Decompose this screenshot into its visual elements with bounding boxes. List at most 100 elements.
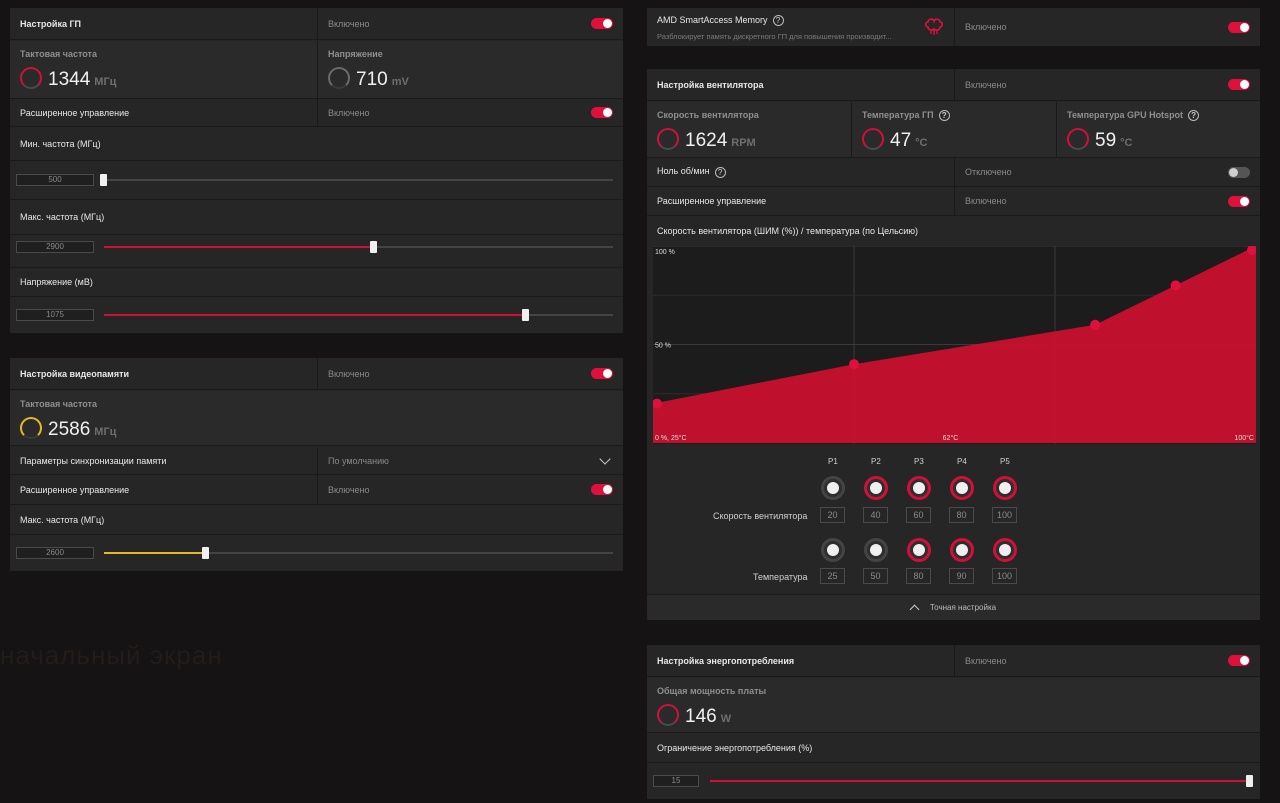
fan-curve-point-p2[interactable] bbox=[849, 359, 859, 370]
gpu-temp-label: Температура ГП? bbox=[862, 110, 950, 122]
vram-max-freq-input[interactable]: 2600 bbox=[16, 547, 94, 559]
gpu-clock-unit: МГц bbox=[94, 76, 117, 88]
min-freq-slider-row: 500 bbox=[10, 161, 623, 199]
gauge-icon bbox=[657, 704, 679, 726]
vram-toggle[interactable] bbox=[591, 368, 613, 379]
fan-speed-knob-p1[interactable] bbox=[821, 476, 845, 500]
sam-title: AMD SmartAccess Memory? bbox=[657, 15, 784, 27]
voltage-mv-slider[interactable] bbox=[104, 309, 613, 321]
min-freq-slider[interactable] bbox=[100, 174, 613, 186]
temp-knob-p4[interactable] bbox=[950, 538, 974, 562]
fan-advanced-toggle[interactable] bbox=[1228, 195, 1250, 207]
fan-speed-input-p2[interactable]: 40 bbox=[863, 507, 888, 523]
power-status: Включено bbox=[965, 655, 1007, 666]
fan-speed-knob-p3[interactable] bbox=[907, 476, 931, 500]
min-freq-input[interactable]: 500 bbox=[16, 174, 94, 186]
fan-speed-input-p3[interactable]: 60 bbox=[906, 507, 931, 523]
fine-tune-row[interactable]: Точная настройка bbox=[647, 594, 1260, 620]
gpu-tuning-title: Настройка ГП bbox=[20, 18, 82, 29]
power-metrics: Общая мощность платы 146 W bbox=[647, 678, 1260, 733]
temp-knob-p2[interactable] bbox=[864, 538, 888, 562]
fine-tune-label[interactable]: Точная настройка bbox=[930, 603, 996, 612]
max-freq-thumb[interactable] bbox=[369, 241, 377, 253]
voltage-mv-thumb[interactable] bbox=[522, 309, 530, 321]
voltage-mv-input[interactable]: 1075 bbox=[16, 309, 94, 321]
help-icon[interactable]: ? bbox=[938, 110, 950, 122]
vram-advanced-status: Включено bbox=[328, 484, 370, 495]
vram-metrics: Тактовая частота 2586 МГц bbox=[10, 391, 623, 446]
min-freq-thumb[interactable] bbox=[100, 174, 107, 186]
max-freq-input[interactable]: 2900 bbox=[16, 241, 94, 253]
help-icon[interactable]: ? bbox=[772, 15, 784, 27]
temp-input-p1[interactable]: 25 bbox=[820, 568, 845, 584]
memory-timing-row[interactable]: Параметры синхронизации памяти По умолча… bbox=[10, 447, 623, 475]
temp-input-p4[interactable]: 90 bbox=[949, 568, 974, 584]
vram-advanced-label: Расширенное управление bbox=[20, 484, 130, 495]
gpu-tuning-toggle[interactable] bbox=[591, 18, 613, 29]
fan-curve-point-p4[interactable] bbox=[1170, 280, 1181, 291]
fan-header: Настройка вентилятора Включено bbox=[647, 69, 1260, 101]
gpu-tuning-status: Включено bbox=[328, 18, 370, 29]
sam-toggle[interactable] bbox=[1228, 21, 1250, 33]
vram-max-freq-label: Макс. частота (МГц) bbox=[20, 514, 105, 525]
fan-speed-input-p4[interactable]: 80 bbox=[949, 507, 974, 523]
vram-clock-unit: МГц bbox=[94, 426, 117, 438]
vram-status: Включено bbox=[328, 368, 370, 379]
max-freq-label: Макс. частота (МГц) bbox=[20, 212, 105, 222]
power-limit-input[interactable]: 15 bbox=[653, 775, 699, 787]
zero-rpm-toggle[interactable] bbox=[1228, 166, 1250, 178]
vram-max-freq-thumb[interactable] bbox=[201, 547, 209, 559]
gpu-clock-label: Тактовая частота bbox=[20, 49, 97, 59]
vram-title: Настройка видеопамяти bbox=[20, 368, 130, 379]
fan-speed-knob-p5[interactable] bbox=[993, 476, 1017, 500]
fan-speed-unit: RPM bbox=[731, 137, 756, 149]
gauge-icon bbox=[1067, 128, 1089, 150]
temp-knob-p1[interactable] bbox=[821, 538, 845, 562]
fan-curve-title: Скорость вентилятора (ШИМ (%)) / темпера… bbox=[657, 225, 919, 236]
hotspot-temp-metric: Температура GPU Hotspot? 59 °C bbox=[1057, 102, 1260, 158]
gpu-voltage-value: 710 bbox=[356, 69, 388, 90]
power-toggle[interactable] bbox=[1228, 655, 1250, 666]
power-limit-slider[interactable] bbox=[710, 775, 1253, 787]
fan-status: Включено bbox=[965, 79, 1007, 90]
temp-knob-p5[interactable] bbox=[993, 538, 1017, 562]
fan-speed-knob-p4[interactable] bbox=[950, 476, 974, 500]
temp-input-p3[interactable]: 80 bbox=[906, 568, 931, 584]
fan-curve-chart[interactable]: 100 % 50 % 0 %, 25°C 62°C 100°C bbox=[652, 245, 1257, 444]
fan-speed-input-p1[interactable]: 20 bbox=[820, 507, 845, 523]
temp-input-p2[interactable]: 50 bbox=[863, 568, 888, 584]
power-tuning-panel: Настройка энергопотребления Включено Общ… bbox=[647, 645, 1260, 799]
chevron-down-icon[interactable] bbox=[599, 453, 611, 465]
vram-max-freq-slider[interactable] bbox=[104, 547, 613, 559]
help-icon[interactable]: ? bbox=[714, 166, 726, 178]
sam-status: Включено bbox=[965, 22, 1007, 32]
temp-knob-p3[interactable] bbox=[907, 538, 931, 562]
power-limit-slider-row: 15 bbox=[647, 763, 1260, 799]
fan-speed-input-p5[interactable]: 100 bbox=[992, 507, 1017, 523]
zero-rpm-row: Ноль об/мин? Отключено bbox=[647, 158, 1260, 187]
zero-rpm-label: Ноль об/мин? bbox=[657, 166, 726, 178]
board-power-value: 146 bbox=[685, 706, 717, 727]
max-freq-slider[interactable] bbox=[104, 241, 613, 253]
vram-advanced-toggle[interactable] bbox=[591, 484, 613, 495]
vram-clock-label: Тактовая частота bbox=[20, 399, 97, 409]
board-power-metric: Общая мощность платы 146 W bbox=[647, 678, 1260, 733]
memory-timing-value[interactable]: По умолчанию bbox=[328, 456, 389, 466]
vram-clock-value: 2586 bbox=[48, 419, 91, 440]
temp-input-p5[interactable]: 100 bbox=[992, 568, 1017, 584]
fan-points-grid: P1 P2 P3 P4 P5 Скорость вентилятора 20 4… bbox=[647, 449, 1260, 589]
fan-curve-svg[interactable]: 100 % 50 % 0 %, 25°C 62°C 100°C bbox=[652, 245, 1257, 444]
gpu-temp-unit: °C bbox=[915, 137, 928, 149]
fan-speed-knob-p2[interactable] bbox=[864, 476, 888, 500]
gauge-icon bbox=[657, 128, 679, 150]
vram-clock-metric: Тактовая частота 2586 МГц bbox=[10, 391, 623, 446]
fan-advanced-status: Включено bbox=[965, 196, 1007, 206]
gpu-advanced-toggle[interactable] bbox=[591, 107, 613, 118]
vram-header: Настройка видеопамяти Включено bbox=[10, 358, 623, 390]
fan-toggle[interactable] bbox=[1228, 79, 1250, 90]
help-icon[interactable]: ? bbox=[1188, 110, 1200, 122]
power-limit-thumb[interactable] bbox=[1246, 775, 1253, 787]
chevron-up-icon[interactable] bbox=[909, 604, 920, 615]
gpu-tuning-header: Настройка ГП Включено bbox=[10, 8, 623, 40]
fan-curve-point-p3[interactable] bbox=[1090, 319, 1101, 330]
